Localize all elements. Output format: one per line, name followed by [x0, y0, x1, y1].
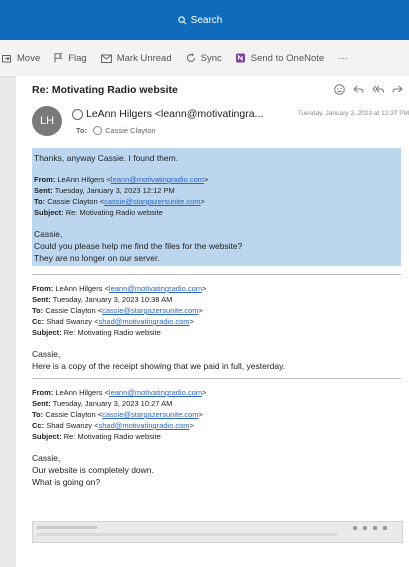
- avatar: LH: [32, 106, 62, 136]
- reply-all-icon[interactable]: [372, 84, 384, 95]
- body-line: Cassie,: [32, 349, 61, 359]
- quoted-header: From: LeAnn Hilgers <leann@motivatingrad…: [32, 388, 207, 441]
- recipient-name[interactable]: Cassie Clayton: [105, 126, 155, 135]
- message-date: Tuesday, January 3, 2023 at 12:37 PM: [297, 110, 409, 117]
- search-box[interactable]: Search: [100, 8, 300, 32]
- email-link[interactable]: shad@motivatingradio.com: [99, 421, 190, 430]
- body-line: Thanks, anyway Cassie. I found them.: [34, 153, 179, 163]
- body-line: Cassie,: [34, 229, 63, 239]
- email-link[interactable]: cassie@stargazersunite.com: [102, 410, 198, 419]
- email-link[interactable]: cassie@stargazersunite.com: [104, 197, 200, 206]
- flag-icon: [54, 53, 63, 63]
- sync-button[interactable]: Sync: [186, 53, 222, 64]
- sync-icon: [186, 53, 195, 62]
- onenote-icon: [235, 53, 245, 63]
- email-link[interactable]: shad@motivatingradio.com: [99, 317, 190, 326]
- sender-name: LeAnn Hilgers <leann@motivatingra...: [86, 108, 264, 120]
- emoji-icon[interactable]: [334, 84, 345, 95]
- more-button[interactable]: ···: [338, 53, 348, 64]
- mark-unread-button[interactable]: Mark Unread: [100, 52, 172, 64]
- email-link[interactable]: leann@motivatingradio.com: [111, 175, 204, 184]
- flag-label: Flag: [68, 52, 87, 64]
- reply-icon[interactable]: [353, 84, 364, 95]
- move-label: Move: [17, 52, 41, 64]
- divider: [32, 274, 401, 275]
- more-label: ···: [338, 52, 348, 64]
- body-line: Our website is completely down.: [32, 465, 154, 475]
- mark-unread-label: Mark Unread: [116, 52, 172, 64]
- sender[interactable]: LeAnn Hilgers <leann@motivatingra...: [72, 108, 263, 120]
- search-icon: [178, 15, 187, 24]
- divider: [32, 378, 401, 379]
- onenote-label: Send to OneNote: [250, 52, 325, 64]
- message-actions: [326, 84, 403, 95]
- body-line: Could you please help me find the files …: [34, 241, 243, 251]
- email-link[interactable]: leann@motivatingradio.com: [109, 388, 202, 397]
- body-line: They are no longer on our server.: [34, 253, 160, 263]
- flag-button[interactable]: Flag: [54, 52, 87, 64]
- recipients-line: To: Cassie Clayton: [76, 126, 156, 135]
- message-body: Thanks, anyway Cassie. I found them. Fro…: [32, 148, 401, 488]
- title-bar: Search: [0, 0, 409, 40]
- sync-label: Sync: [200, 52, 222, 64]
- search-label: Search: [190, 14, 223, 26]
- move-icon: [2, 54, 11, 62]
- forward-icon[interactable]: [392, 84, 403, 95]
- quoted-header: From: LeAnn Hilgers <leann@motivatingrad…: [32, 284, 207, 337]
- move-button[interactable]: Move: [2, 53, 40, 64]
- email-link[interactable]: cassie@stargazersunite.com: [102, 306, 198, 315]
- embedded-screenshot-image[interactable]: [32, 521, 403, 543]
- selected-text[interactable]: Thanks, anyway Cassie. I found them. Fro…: [32, 148, 401, 266]
- presence-icon: [93, 126, 103, 135]
- reading-pane: Re: Motivating Radio website LH LeAnn Hi…: [16, 76, 409, 567]
- body-line: Here is a copy of the receipt showing th…: [32, 361, 286, 371]
- body-line: What is going on?: [32, 477, 101, 487]
- envelope-icon: [100, 54, 112, 63]
- quoted-header: From: LeAnn Hilgers <leann@motivatingrad…: [34, 175, 209, 217]
- email-link[interactable]: leann@motivatingradio.com: [109, 284, 202, 293]
- to-label: To:: [76, 126, 88, 135]
- message-subject: Re: Motivating Radio website: [32, 84, 178, 96]
- send-to-onenote-button[interactable]: Send to OneNote: [235, 52, 325, 64]
- presence-icon: [72, 108, 83, 120]
- message-toolbar: Move Flag Mark Unread Sync Send to OneNo…: [0, 40, 409, 77]
- body-line: Cassie,: [32, 453, 61, 463]
